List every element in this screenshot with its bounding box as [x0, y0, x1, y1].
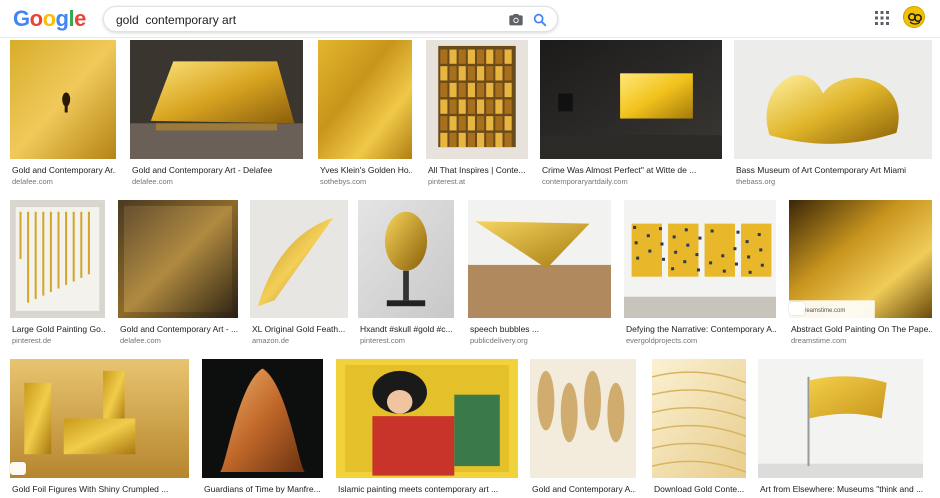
search-icon[interactable] [532, 12, 548, 28]
result-source[interactable]: pinterest.at [428, 177, 528, 187]
result-title[interactable]: Bass Museum of Art Contemporary Art Miam… [736, 165, 932, 176]
image-result[interactable]: dreamstime.com Abstract Gold Painting On … [789, 200, 932, 348]
result-thumbnail[interactable] [10, 40, 116, 159]
result-source[interactable]: publicdelivery.org [470, 336, 611, 346]
result-source[interactable]: dreamstime.com [791, 336, 932, 346]
image-result[interactable]: speech bubbles ... publicdelivery.org [468, 200, 611, 348]
result-thumbnail[interactable] [734, 40, 932, 159]
result-title[interactable]: Defying the Narrative: Contemporary A... [626, 324, 776, 335]
image-result[interactable]: Large Gold Painting Go... pinterest.de [10, 200, 105, 348]
top-bar: Google [0, 0, 940, 38]
image-result[interactable]: Gold and Contemporary Ar... delafee.com [10, 40, 116, 189]
image-result[interactable]: Gold and Contemporary Art - ... delafee.c… [118, 200, 238, 348]
result-thumbnail[interactable] [250, 200, 348, 318]
image-result[interactable]: Islamic painting meets contemporary art … [336, 359, 518, 498]
result-title[interactable]: Large Gold Painting Go... [12, 324, 105, 335]
avatar-image [904, 7, 924, 27]
result-thumbnail[interactable] [652, 359, 746, 478]
result-source[interactable]: amazon.de [252, 336, 348, 346]
result-title[interactable]: Gold and Contemporary Ar... [12, 165, 116, 176]
logo-letter: e [74, 6, 86, 31]
result-title[interactable]: Gold and Contemporary Art - Delafee [132, 165, 303, 176]
image-result[interactable]: Gold and Contemporary A... [530, 359, 636, 498]
result-title[interactable]: speech bubbles ... [470, 324, 611, 335]
result-thumbnail[interactable] [336, 359, 518, 478]
search-box[interactable] [103, 6, 558, 32]
logo-letter: G [13, 6, 30, 31]
google-logo[interactable]: Google [13, 6, 86, 32]
image-result[interactable]: All That Inspires | Conte... pinterest.at [426, 40, 528, 189]
image-result[interactable]: Yves Klein's Golden Ho... sothebys.com [318, 40, 412, 189]
image-result[interactable]: Defying the Narrative: Contemporary A...… [624, 200, 776, 348]
result-title[interactable]: Guardians of Time by Manfre... [204, 484, 323, 495]
result-thumbnail[interactable] [10, 359, 189, 478]
result-thumbnail[interactable] [789, 200, 932, 318]
image-result[interactable]: Bass Museum of Art Contemporary Art Miam… [734, 40, 932, 189]
result-source[interactable]: pinterest.com [360, 336, 454, 346]
result-thumbnail[interactable] [358, 200, 454, 318]
watermark-text: dreamstime.com [801, 308, 846, 314]
result-thumbnail[interactable] [318, 40, 412, 159]
result-thumbnail[interactable] [530, 359, 636, 478]
result-thumbnail[interactable] [130, 40, 303, 159]
result-source[interactable]: contemporaryartdaily.com [542, 177, 722, 187]
result-source[interactable]: delafee.com [12, 177, 116, 187]
image-result[interactable]: Crime Was Almost Perfect" at Witte de ..… [540, 40, 722, 189]
result-title[interactable]: Abstract Gold Painting On The Pape... [791, 324, 932, 335]
result-title[interactable]: Gold and Contemporary A... [532, 484, 636, 495]
result-source[interactable]: thebass.org [736, 177, 932, 187]
image-result[interactable]: Gold and Contemporary Art - Delafee delaf… [130, 40, 303, 189]
avatar[interactable] [903, 6, 925, 28]
camera-icon[interactable] [508, 12, 524, 28]
image-result[interactable]: Guardians of Time by Manfre... [202, 359, 323, 498]
image-result[interactable]: Download Gold Conte... [652, 359, 746, 498]
result-title[interactable]: Download Gold Conte... [654, 484, 746, 495]
result-title[interactable]: Art from Elsewhere: Museums "think and .… [760, 484, 923, 495]
result-source[interactable]: delafee.com [120, 336, 238, 346]
logo-letter: g [55, 6, 69, 31]
result-source[interactable]: sothebys.com [320, 177, 412, 187]
result-thumbnail[interactable] [426, 40, 528, 159]
result-thumbnail[interactable] [118, 200, 238, 318]
result-title[interactable]: Islamic painting meets contemporary art … [338, 484, 518, 495]
result-source[interactable]: evergoldprojects.com [626, 336, 776, 346]
result-title[interactable]: Hxandt #skull #gold #c... [360, 324, 454, 335]
image-result[interactable]: XL Original Gold Feath... amazon.de [250, 200, 348, 348]
result-thumbnail[interactable] [468, 200, 611, 318]
apps-grid-icon[interactable] [875, 11, 889, 25]
image-result[interactable]: Gold Foil Figures With Shiny Crumpled ..… [10, 359, 189, 498]
logo-letter: o [42, 6, 56, 31]
result-source[interactable]: delafee.com [132, 177, 303, 187]
result-thumbnail[interactable] [10, 200, 105, 318]
result-title[interactable]: Crime Was Almost Perfect" at Witte de ..… [542, 165, 722, 176]
result-title[interactable]: All That Inspires | Conte... [428, 165, 528, 176]
image-result[interactable]: Art from Elsewhere: Museums "think and .… [758, 359, 923, 498]
tag-badge-icon [10, 462, 26, 475]
image-result[interactable]: Hxandt #skull #gold #c... pinterest.com [358, 200, 454, 348]
result-thumbnail[interactable] [540, 40, 722, 159]
result-title[interactable]: Yves Klein's Golden Ho... [320, 165, 412, 176]
result-title[interactable]: Gold Foil Figures With Shiny Crumpled ..… [12, 484, 189, 495]
logo-letter: o [29, 6, 43, 31]
image-results-grid: Gold and Contemporary Ar... delafee.com Go… [0, 40, 940, 498]
result-thumbnail[interactable] [202, 359, 323, 478]
result-title[interactable]: XL Original Gold Feath... [252, 324, 348, 335]
product-badge-icon [789, 302, 805, 315]
result-source[interactable]: pinterest.de [12, 336, 105, 346]
result-thumbnail[interactable] [624, 200, 776, 318]
result-thumbnail[interactable] [758, 359, 923, 478]
result-title[interactable]: Gold and Contemporary Art - ... [120, 324, 238, 335]
search-input[interactable] [116, 10, 496, 30]
